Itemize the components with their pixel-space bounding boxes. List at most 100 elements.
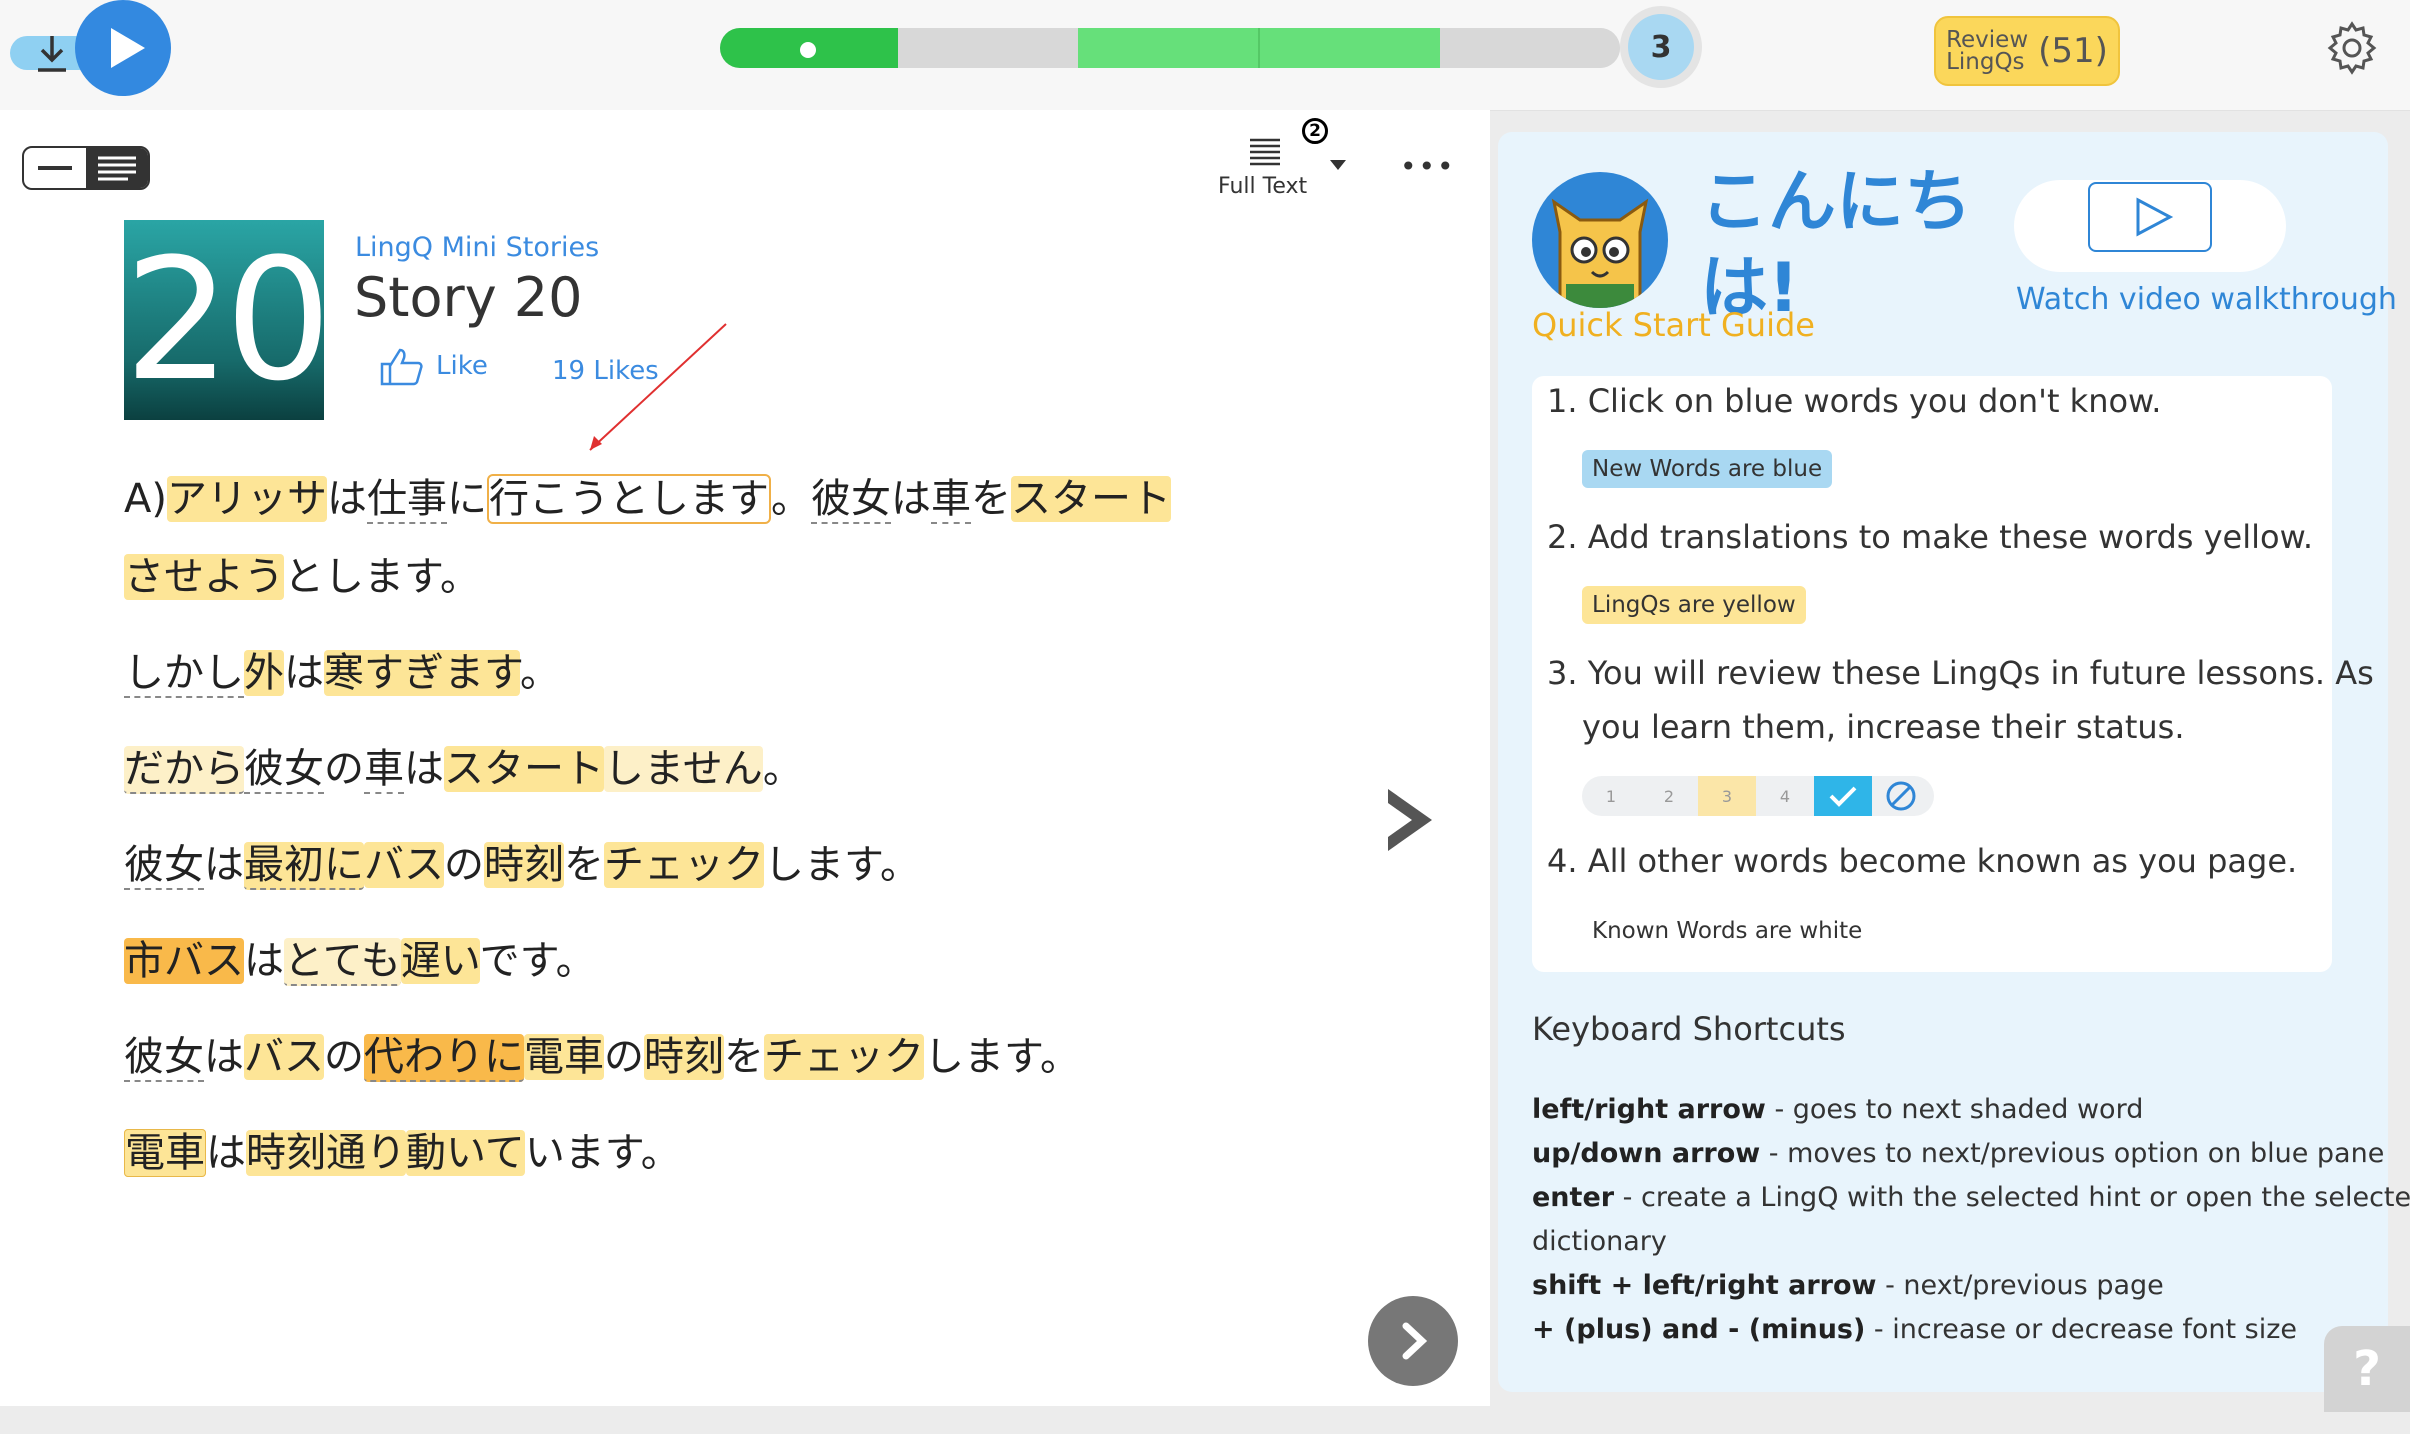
- progress-segment-3[interactable]: [1078, 28, 1260, 68]
- lingq-word[interactable]: だから: [124, 746, 244, 794]
- lingq-word[interactable]: チェック: [764, 1034, 924, 1080]
- selected-phrase[interactable]: 行こうとします: [486, 474, 771, 524]
- progress-segment-5[interactable]: [1440, 28, 1620, 68]
- lingq-word[interactable]: アリッサ: [166, 476, 327, 522]
- new-word[interactable]: 彼女: [124, 1034, 204, 1082]
- lingq-word[interactable]: 外: [244, 650, 284, 696]
- progress-segment-4[interactable]: [1260, 28, 1440, 68]
- word[interactable]: の: [324, 1034, 364, 1080]
- word[interactable]: を: [724, 1034, 764, 1080]
- help-button[interactable]: ?: [2324, 1326, 2410, 1412]
- lingq-word[interactable]: 時刻: [484, 842, 564, 888]
- like-label: Like: [436, 351, 488, 381]
- word[interactable]: 。: [771, 476, 811, 522]
- full-text-icon[interactable]: [1248, 136, 1282, 168]
- shortcut-desc: - next/previous page: [1876, 1270, 2164, 1301]
- word[interactable]: とします。: [284, 554, 480, 600]
- annotation-arrow: [589, 323, 727, 451]
- word[interactable]: の: [604, 1034, 644, 1080]
- word[interactable]: 。: [763, 746, 803, 792]
- settings-gear-icon[interactable]: [2322, 18, 2382, 78]
- word[interactable]: は: [891, 476, 931, 522]
- new-word[interactable]: 車: [364, 746, 404, 794]
- word[interactable]: 。: [520, 650, 560, 696]
- review-lingqs-button[interactable]: Review LingQs (51): [1934, 16, 2120, 86]
- more-options-button[interactable]: •••: [1400, 150, 1456, 183]
- lingq-word[interactable]: 遅い: [400, 938, 480, 984]
- new-word[interactable]: 彼女: [810, 476, 891, 524]
- lesson-progress-bar[interactable]: [720, 28, 1620, 68]
- word[interactable]: は: [327, 476, 367, 522]
- lingq-word[interactable]: バス: [244, 1034, 324, 1080]
- lingq-word[interactable]: させよう: [124, 554, 284, 600]
- word[interactable]: は: [284, 650, 324, 696]
- course-link[interactable]: LingQ Mini Stories: [355, 232, 599, 263]
- status-known-button[interactable]: [1814, 776, 1872, 816]
- shortcut-item: dictionary: [1532, 1226, 1667, 1257]
- status-2[interactable]: 2: [1640, 776, 1698, 816]
- word[interactable]: います。: [525, 1130, 681, 1176]
- lingq-word[interactable]: 市バス: [124, 938, 244, 984]
- lingq-word[interactable]: 時刻通り: [246, 1130, 406, 1176]
- new-word[interactable]: しかし: [124, 650, 244, 698]
- word[interactable]: は: [404, 746, 444, 792]
- lingq-word[interactable]: スタート: [1010, 476, 1171, 522]
- like-button[interactable]: Like: [378, 346, 488, 386]
- word[interactable]: を: [564, 842, 604, 888]
- lingq-word[interactable]: 寒すぎます: [324, 650, 520, 696]
- word[interactable]: A): [124, 476, 167, 522]
- lingq-word[interactable]: チェック: [604, 842, 764, 888]
- video-play-icon[interactable]: [2088, 182, 2212, 252]
- word[interactable]: します。: [764, 842, 920, 888]
- new-word[interactable]: 彼女: [124, 842, 204, 890]
- lingq-word[interactable]: 電車: [124, 1129, 206, 1177]
- chevron-right-icon: [1402, 1322, 1428, 1360]
- word[interactable]: に: [447, 476, 487, 522]
- lingq-word[interactable]: 代わりに: [364, 1034, 524, 1082]
- status-4[interactable]: 4: [1756, 776, 1814, 816]
- play-icon: [111, 28, 145, 68]
- next-page-button[interactable]: [1368, 1296, 1458, 1386]
- lesson-thumbnail: 20: [124, 220, 332, 420]
- word[interactable]: は: [204, 1034, 244, 1080]
- step-3a: 3. You will review these LingQs in futur…: [1547, 654, 2374, 692]
- lingq-word[interactable]: スタート: [444, 746, 604, 792]
- next-page-arrow-icon[interactable]: [1380, 785, 1440, 855]
- text-line-4: だから彼女の車はスタートしません。: [124, 740, 803, 798]
- status-1[interactable]: 1: [1582, 776, 1640, 816]
- status-ignore-button[interactable]: [1872, 776, 1930, 816]
- layout-toggle[interactable]: [22, 146, 150, 190]
- shortcut-desc: - moves to next/previous option on blue …: [1760, 1138, 2385, 1169]
- word[interactable]: は: [204, 842, 244, 888]
- new-word[interactable]: 仕事: [366, 476, 447, 524]
- word[interactable]: の: [324, 746, 364, 792]
- shortcut-key: + (plus) and - (minus): [1532, 1314, 1866, 1345]
- chevron-down-icon[interactable]: [1330, 160, 1346, 170]
- word[interactable]: します。: [924, 1034, 1080, 1080]
- lingq-word[interactable]: 動いて: [406, 1130, 525, 1176]
- shortcut-key: left/right arrow: [1532, 1094, 1766, 1125]
- word[interactable]: の: [444, 842, 484, 888]
- lingq-word[interactable]: 電車: [524, 1034, 604, 1080]
- text-line-3: しかし外は寒すぎます。: [124, 644, 560, 702]
- word[interactable]: を: [971, 476, 1011, 522]
- shortcut-key: shift + left/right arrow: [1532, 1270, 1877, 1301]
- text-line-6: 市バスはとても遅いです。: [124, 932, 596, 990]
- word[interactable]: は: [244, 938, 284, 984]
- lingq-word[interactable]: バス: [364, 842, 444, 888]
- lingq-word[interactable]: 時刻: [644, 1034, 724, 1080]
- shortcut-desc: - increase or decrease font size: [1865, 1314, 2298, 1345]
- lingq-word[interactable]: しません: [604, 746, 763, 792]
- video-walkthrough-link[interactable]: Watch video walkthrough: [2016, 282, 2397, 317]
- lingq-word[interactable]: 最初に: [244, 842, 364, 890]
- new-word[interactable]: 彼女: [244, 746, 324, 794]
- quick-start-guide-label: Quick Start Guide: [1532, 306, 1815, 344]
- progress-segment-2[interactable]: [898, 28, 1078, 68]
- status-3[interactable]: 3: [1698, 776, 1756, 816]
- lingq-word[interactable]: とても: [284, 938, 401, 986]
- play-audio-button[interactable]: [75, 0, 171, 96]
- word[interactable]: です。: [480, 938, 596, 984]
- word[interactable]: は: [206, 1130, 246, 1176]
- full-text-label[interactable]: Full Text: [1218, 174, 1307, 199]
- new-word[interactable]: 車: [930, 476, 971, 524]
